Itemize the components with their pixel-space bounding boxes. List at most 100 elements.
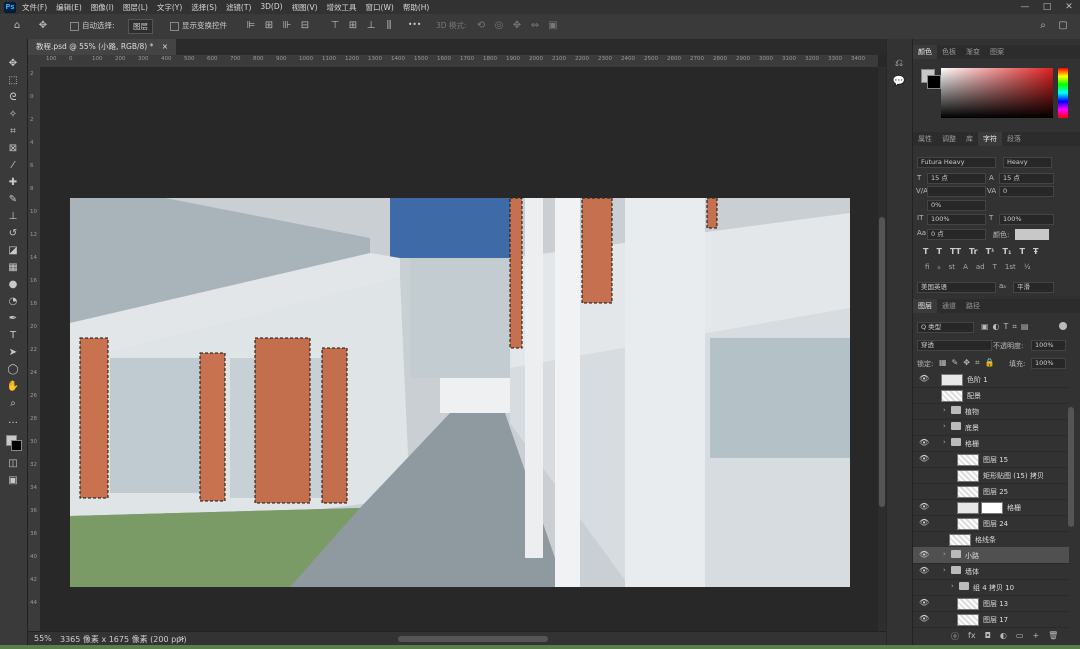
menu-item-9[interactable]: 增效工具 — [327, 2, 357, 13]
eraser-icon[interactable]: ◪ — [5, 244, 21, 258]
close-window-button[interactable]: ✕ — [1060, 0, 1078, 14]
tracking-field[interactable]: 0 — [999, 186, 1054, 197]
layer-footer-button[interactable]: ◐ — [1000, 631, 1007, 642]
menu-item-10[interactable]: 窗口(W) — [366, 2, 394, 13]
dodge-tool-icon[interactable]: ◔ — [5, 295, 21, 309]
quick-mask-icon[interactable]: ◫ — [5, 457, 21, 471]
layer-row[interactable]: 👁 格栅 — [913, 499, 1069, 516]
menu-item-8[interactable]: 视图(V) — [292, 2, 318, 13]
camera-3d-icon[interactable]: ▣ — [546, 19, 560, 33]
panel-tab-2[interactable]: 路径 — [961, 299, 985, 313]
workspace-icon[interactable]: ▢ — [1056, 19, 1070, 33]
slide-3d-icon[interactable]: ⇔ — [528, 19, 542, 33]
text-color-swatch[interactable] — [1015, 229, 1049, 240]
maximize-button[interactable]: □ — [1038, 0, 1056, 14]
vertical-scrollbar[interactable] — [878, 67, 886, 631]
layer-filter-icons[interactable]: ▣◐T⌗▤ — [981, 322, 1033, 332]
lasso-tool-icon[interactable]: ᘓ — [5, 91, 21, 105]
layer-row[interactable]: 矩形贴图 (15) 拷贝 — [913, 467, 1069, 484]
opentype-button[interactable]: ½ — [1024, 263, 1031, 271]
expand-chevron-icon[interactable]: › — [943, 566, 946, 574]
language-dropdown[interactable]: 美国英语 — [917, 282, 996, 293]
visibility-eye-icon[interactable]: 👁 — [919, 374, 929, 383]
zoom-level[interactable]: 55% — [34, 634, 52, 643]
horizontal-scroll-thumb[interactable] — [398, 636, 548, 642]
panel-tab-1[interactable]: 通道 — [937, 299, 961, 313]
frame-tool-icon[interactable]: ⊠ — [5, 142, 21, 156]
font-style-dropdown[interactable]: Heavy — [1003, 157, 1052, 168]
screen-mode-icon[interactable]: ▣ — [5, 474, 21, 488]
layer-mask-thumbnail[interactable] — [981, 502, 1003, 514]
type-style-button[interactable]: Ŧ — [1033, 247, 1038, 256]
menu-item-7[interactable]: 3D(D) — [260, 2, 282, 13]
path-select-icon[interactable]: ➤ — [5, 346, 21, 360]
status-menu-arrow[interactable]: > — [178, 634, 185, 643]
blend-mode-dropdown[interactable]: 穿透 — [917, 340, 992, 351]
scale-field[interactable]: 0% — [927, 200, 986, 211]
hand-tool-icon[interactable]: ✋ — [5, 380, 21, 394]
visibility-eye-icon[interactable]: 👁 — [919, 454, 929, 463]
expand-chevron-icon[interactable]: › — [943, 422, 946, 430]
minimize-button[interactable]: — — [1016, 0, 1034, 14]
align-middle-icon[interactable]: ⊞ — [346, 19, 360, 33]
layer-row[interactable]: 👁 色阶 1 — [913, 371, 1069, 388]
layer-footer-button[interactable]: + — [1032, 631, 1039, 642]
type-style-button[interactable]: Tr — [969, 247, 978, 256]
panel-tab-0[interactable]: 颜色 — [913, 45, 937, 59]
menu-item-1[interactable]: 编辑(E) — [56, 2, 82, 13]
layer-footer-button[interactable]: ⓞ — [951, 631, 959, 642]
panel-tab-0[interactable]: 属性 — [913, 132, 937, 146]
align-left-icon[interactable]: ⊫ — [244, 19, 258, 33]
layer-row[interactable]: 👁 图层 13 — [913, 595, 1069, 612]
align-top-icon[interactable]: ⊤ — [328, 19, 342, 33]
layer-filter-dropdown[interactable]: Q 类型 — [917, 322, 974, 333]
visibility-eye-icon[interactable]: 👁 — [919, 614, 929, 623]
comments-panel-icon[interactable]: 💬 — [891, 75, 907, 89]
roll-3d-icon[interactable]: ◎ — [492, 19, 506, 33]
layer-footer-button[interactable]: 🗑 — [1048, 631, 1058, 642]
filter-toggle-icon[interactable] — [1059, 322, 1067, 330]
opacity-field[interactable]: 100% — [1031, 340, 1066, 351]
layer-footer-button[interactable]: ▭ — [1016, 631, 1024, 642]
visibility-eye-icon[interactable]: 👁 — [919, 438, 929, 447]
layer-row[interactable]: › 植物 — [913, 403, 1069, 420]
document-canvas[interactable] — [70, 198, 850, 587]
panel-tab-3[interactable]: 字符 — [978, 132, 1002, 146]
opentype-button[interactable]: st — [949, 263, 955, 271]
background-color-swatch[interactable] — [11, 440, 22, 451]
expand-chevron-icon[interactable]: › — [943, 550, 946, 558]
layers-scroll-thumb[interactable] — [1068, 407, 1074, 527]
menu-item-4[interactable]: 文字(Y) — [157, 2, 182, 13]
layer-row[interactable]: 配景 — [913, 387, 1069, 404]
layer-row[interactable]: 👁 › 小路 — [913, 547, 1069, 564]
kerning-field[interactable] — [927, 186, 986, 197]
layer-row[interactable]: 👁 图层 17 — [913, 611, 1069, 628]
visibility-eye-icon[interactable]: 👁 — [919, 566, 929, 575]
panel-tab-3[interactable]: 图案 — [985, 45, 1009, 59]
blur-tool-icon[interactable]: ● — [5, 278, 21, 292]
type-style-button[interactable]: TT — [950, 247, 961, 256]
visibility-eye-icon[interactable]: 👁 — [919, 598, 929, 607]
menu-item-2[interactable]: 图像(I) — [91, 2, 114, 13]
gradient-tool-icon[interactable]: ▦ — [5, 261, 21, 275]
move-tool-icon[interactable]: ✥ — [5, 57, 21, 71]
type-tool-icon[interactable]: T — [5, 329, 21, 343]
ellipse-tool-icon[interactable]: ◯ — [5, 363, 21, 377]
close-tab-icon[interactable]: × — [162, 42, 168, 51]
more-options-button[interactable]: ••• — [408, 20, 421, 29]
color-picker-field[interactable] — [941, 68, 1053, 118]
pen-tool-icon[interactable]: ✒ — [5, 312, 21, 326]
history-brush-icon[interactable]: ↺ — [5, 227, 21, 241]
panel-tab-1[interactable]: 调整 — [937, 132, 961, 146]
move-tool-icon[interactable]: ✥ — [36, 19, 50, 33]
menu-item-11[interactable]: 帮助(H) — [403, 2, 430, 13]
type-style-button[interactable]: T¹ — [986, 247, 995, 256]
baseline-field[interactable]: 0 点 — [927, 229, 986, 240]
fill-field[interactable]: 100% — [1031, 358, 1066, 369]
layer-row[interactable]: 格线条 — [913, 531, 1069, 548]
layer-row[interactable]: 👁 图层 24 — [913, 515, 1069, 532]
layer-row[interactable]: › 组 4 拷贝 10 — [913, 579, 1069, 596]
align-right-icon[interactable]: ⊪ — [280, 19, 294, 33]
panel-tab-2[interactable]: 库 — [961, 132, 978, 146]
align-center-icon[interactable]: ⊞ — [262, 19, 276, 33]
